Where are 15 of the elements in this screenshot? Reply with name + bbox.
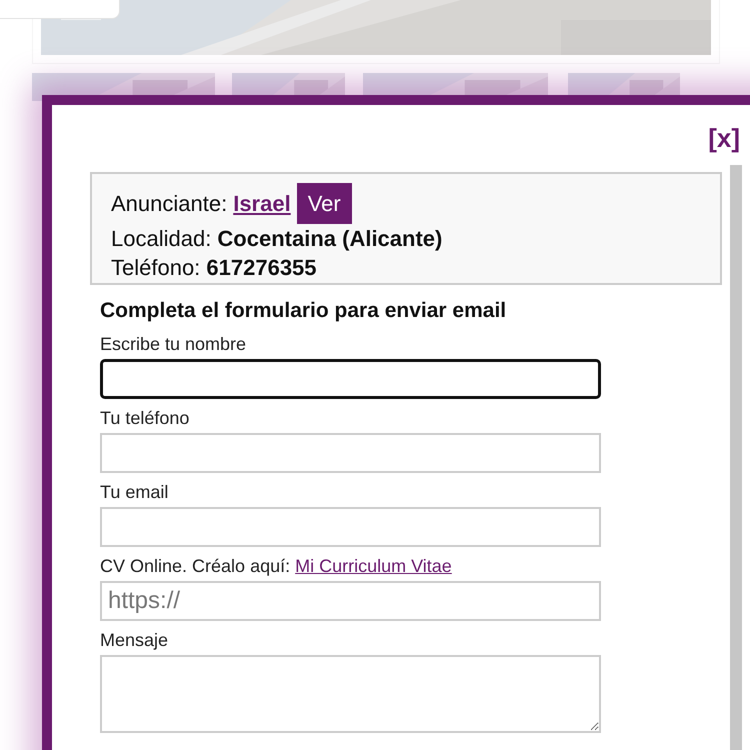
message-field[interactable] xyxy=(100,655,601,733)
field-label: Mensaje xyxy=(100,630,168,650)
field-label: Escribe tu nombre xyxy=(100,334,246,354)
detail-text: Localidad: Cocentaina (Alicante) xyxy=(111,225,444,253)
input-field[interactable] xyxy=(100,359,601,399)
field-label: Tu email xyxy=(100,482,168,502)
advertiser-label: Anunciante: xyxy=(111,190,228,218)
field-label: Tu teléfono xyxy=(100,408,190,428)
advertiser-link[interactable]: Israel xyxy=(233,189,297,218)
view-button[interactable]: Ver xyxy=(296,183,352,224)
cv-link[interactable]: Mi Curriculum Vitae xyxy=(295,556,452,576)
detail-text: Teléfono: 617276355 xyxy=(111,254,318,282)
field-label: CV Online. Créalo aquí: xyxy=(100,556,290,576)
close-button[interactable]: [x] xyxy=(708,123,740,154)
form-heading: Completa el formulario para enviar email xyxy=(100,298,508,324)
